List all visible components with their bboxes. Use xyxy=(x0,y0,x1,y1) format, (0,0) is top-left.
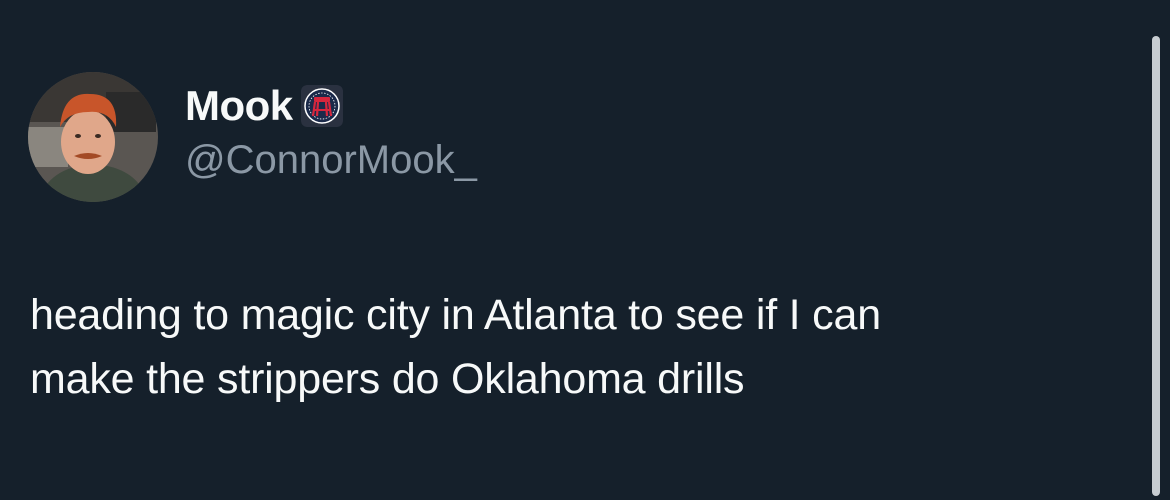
avatar-photo-icon xyxy=(28,72,158,202)
tweet-text-line: make the strippers do Oklahoma drills xyxy=(30,355,745,403)
tweet-card: Mook @ConnorMook_ heading to magic city … xyxy=(0,0,1170,500)
tweet-text-line: heading to magic city in Atlanta to see … xyxy=(30,291,881,339)
author-info: Mook @ConnorMook_ xyxy=(185,80,477,183)
barstool-badge-icon[interactable] xyxy=(300,85,343,127)
author-display-name[interactable]: Mook xyxy=(185,82,293,130)
scrollbar-thumb[interactable] xyxy=(1152,36,1160,496)
author-name-row: Mook xyxy=(185,80,477,132)
author-handle[interactable]: @ConnorMook_ xyxy=(185,138,477,183)
author-avatar[interactable] xyxy=(28,72,158,202)
tweet-text: heading to magic city in Atlanta to see … xyxy=(30,283,1130,411)
